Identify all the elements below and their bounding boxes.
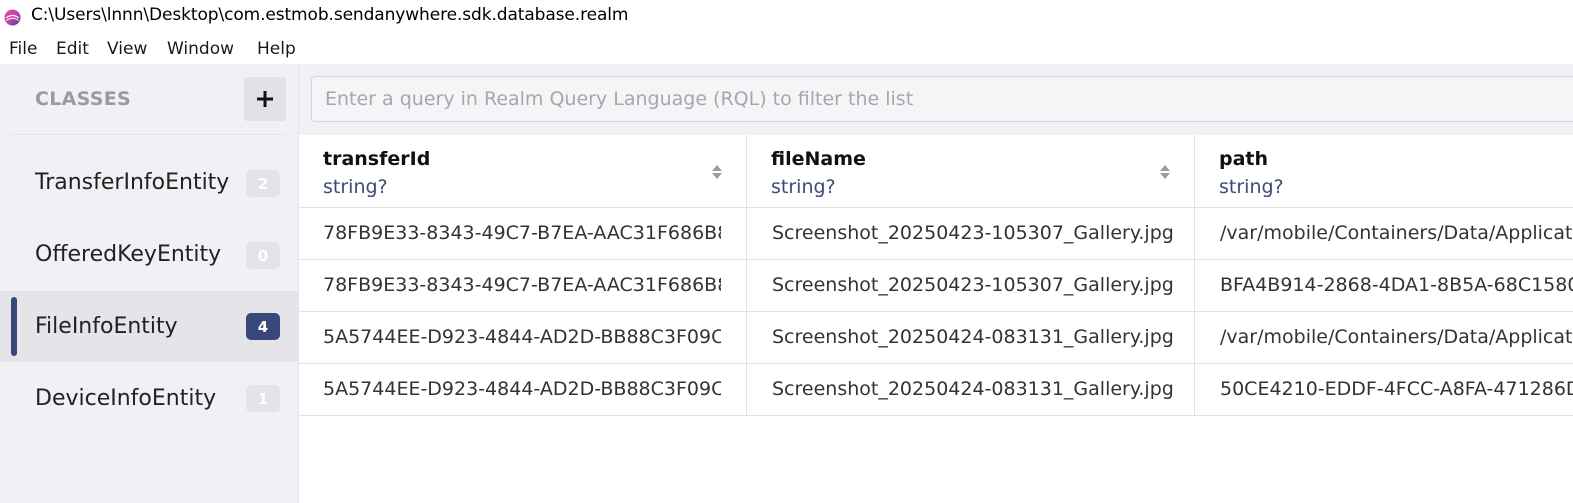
cell-path[interactable]: /var/mobile/Containers/Data/Applicat [1220, 326, 1573, 348]
classes-heading: CLASSES [35, 88, 132, 110]
cell-transferid[interactable]: 78FB9E33-8343-49C7-B7EA-AAC31F686B8C [323, 222, 721, 244]
cell-transferid[interactable]: 5A5744EE-D923-4844-AD2D-BB88C3F09C6 [323, 326, 721, 348]
cell-filename[interactable]: Screenshot_20250424-083131_Gallery.jpg [772, 378, 1182, 400]
class-item-deviceinfoentity[interactable]: DeviceInfoEntity 1 [0, 362, 298, 433]
column-type: string? [771, 176, 836, 198]
table-row[interactable]: 78FB9E33-8343-49C7-B7EA-AAC31F686B8C Scr… [299, 260, 1573, 312]
cell-path[interactable]: BFA4B914-2868-4DA1-8B5A-68C1580 [1220, 274, 1573, 296]
menu-file[interactable]: File [9, 39, 37, 59]
class-count-badge: 4 [246, 313, 280, 340]
column-header-transferid[interactable]: transferId string? [299, 135, 747, 208]
window-title: C:\Users\lnnn\Desktop\com.estmob.sendany… [31, 5, 629, 25]
class-item-label: OfferedKeyEntity [35, 242, 222, 267]
menu-view[interactable]: View [107, 39, 147, 59]
plus-icon [257, 91, 273, 107]
sort-icon[interactable] [1159, 163, 1171, 181]
class-count-badge: 0 [246, 242, 280, 269]
sidebar-separator [10, 134, 286, 135]
column-name: path [1219, 148, 1269, 170]
column-name: fileName [771, 148, 866, 170]
table-row[interactable]: 5A5744EE-D923-4844-AD2D-BB88C3F09C6 Scre… [299, 364, 1573, 416]
cell-filename[interactable]: Screenshot_20250424-083131_Gallery.jpg [772, 326, 1182, 348]
class-item-label: FileInfoEntity [35, 314, 178, 339]
menu-edit[interactable]: Edit [56, 39, 89, 59]
class-count-badge: 2 [246, 170, 280, 197]
menu-help[interactable]: Help [257, 39, 296, 59]
table-row[interactable]: 78FB9E33-8343-49C7-B7EA-AAC31F686B8C Scr… [299, 208, 1573, 260]
cell-transferid[interactable]: 5A5744EE-D923-4844-AD2D-BB88C3F09C6 [323, 378, 721, 400]
menu-bar: File Edit View Window Help [0, 34, 1573, 64]
table-row[interactable]: 5A5744EE-D923-4844-AD2D-BB88C3F09C6 Scre… [299, 312, 1573, 364]
column-header-filename[interactable]: fileName string? [747, 135, 1195, 208]
objects-table: transferId string? fileName string? path… [299, 135, 1573, 503]
title-bar: C:\Users\lnnn\Desktop\com.estmob.sendany… [0, 0, 1573, 34]
class-item-offeredkeyentity[interactable]: OfferedKeyEntity 0 [0, 220, 298, 291]
realm-logo-icon [4, 9, 21, 26]
column-header-path[interactable]: path string? [1195, 135, 1573, 208]
class-item-fileinfoentity[interactable]: FileInfoEntity 4 [0, 291, 298, 362]
sort-icon[interactable] [711, 163, 723, 181]
add-class-button[interactable] [244, 77, 286, 121]
cell-path[interactable]: /var/mobile/Containers/Data/Applicat [1220, 222, 1573, 244]
column-name: transferId [323, 148, 431, 170]
cell-filename[interactable]: Screenshot_20250423-105307_Gallery.jpg [772, 222, 1182, 244]
class-item-label: DeviceInfoEntity [35, 386, 217, 411]
cell-path[interactable]: 50CE4210-EDDF-4FCC-A8FA-471286D [1220, 378, 1573, 400]
cell-transferid[interactable]: 78FB9E33-8343-49C7-B7EA-AAC31F686B8C [323, 274, 721, 296]
menu-window[interactable]: Window [167, 39, 234, 59]
column-type: string? [323, 176, 388, 198]
cell-filename[interactable]: Screenshot_20250423-105307_Gallery.jpg [772, 274, 1182, 296]
class-item-transferinfoentity[interactable]: TransferInfoEntity 2 [0, 149, 298, 220]
column-type: string? [1219, 176, 1284, 198]
class-count-badge: 1 [246, 385, 280, 412]
active-indicator [11, 297, 17, 356]
class-item-label: TransferInfoEntity [35, 170, 230, 195]
rql-query-input[interactable] [311, 76, 1573, 122]
